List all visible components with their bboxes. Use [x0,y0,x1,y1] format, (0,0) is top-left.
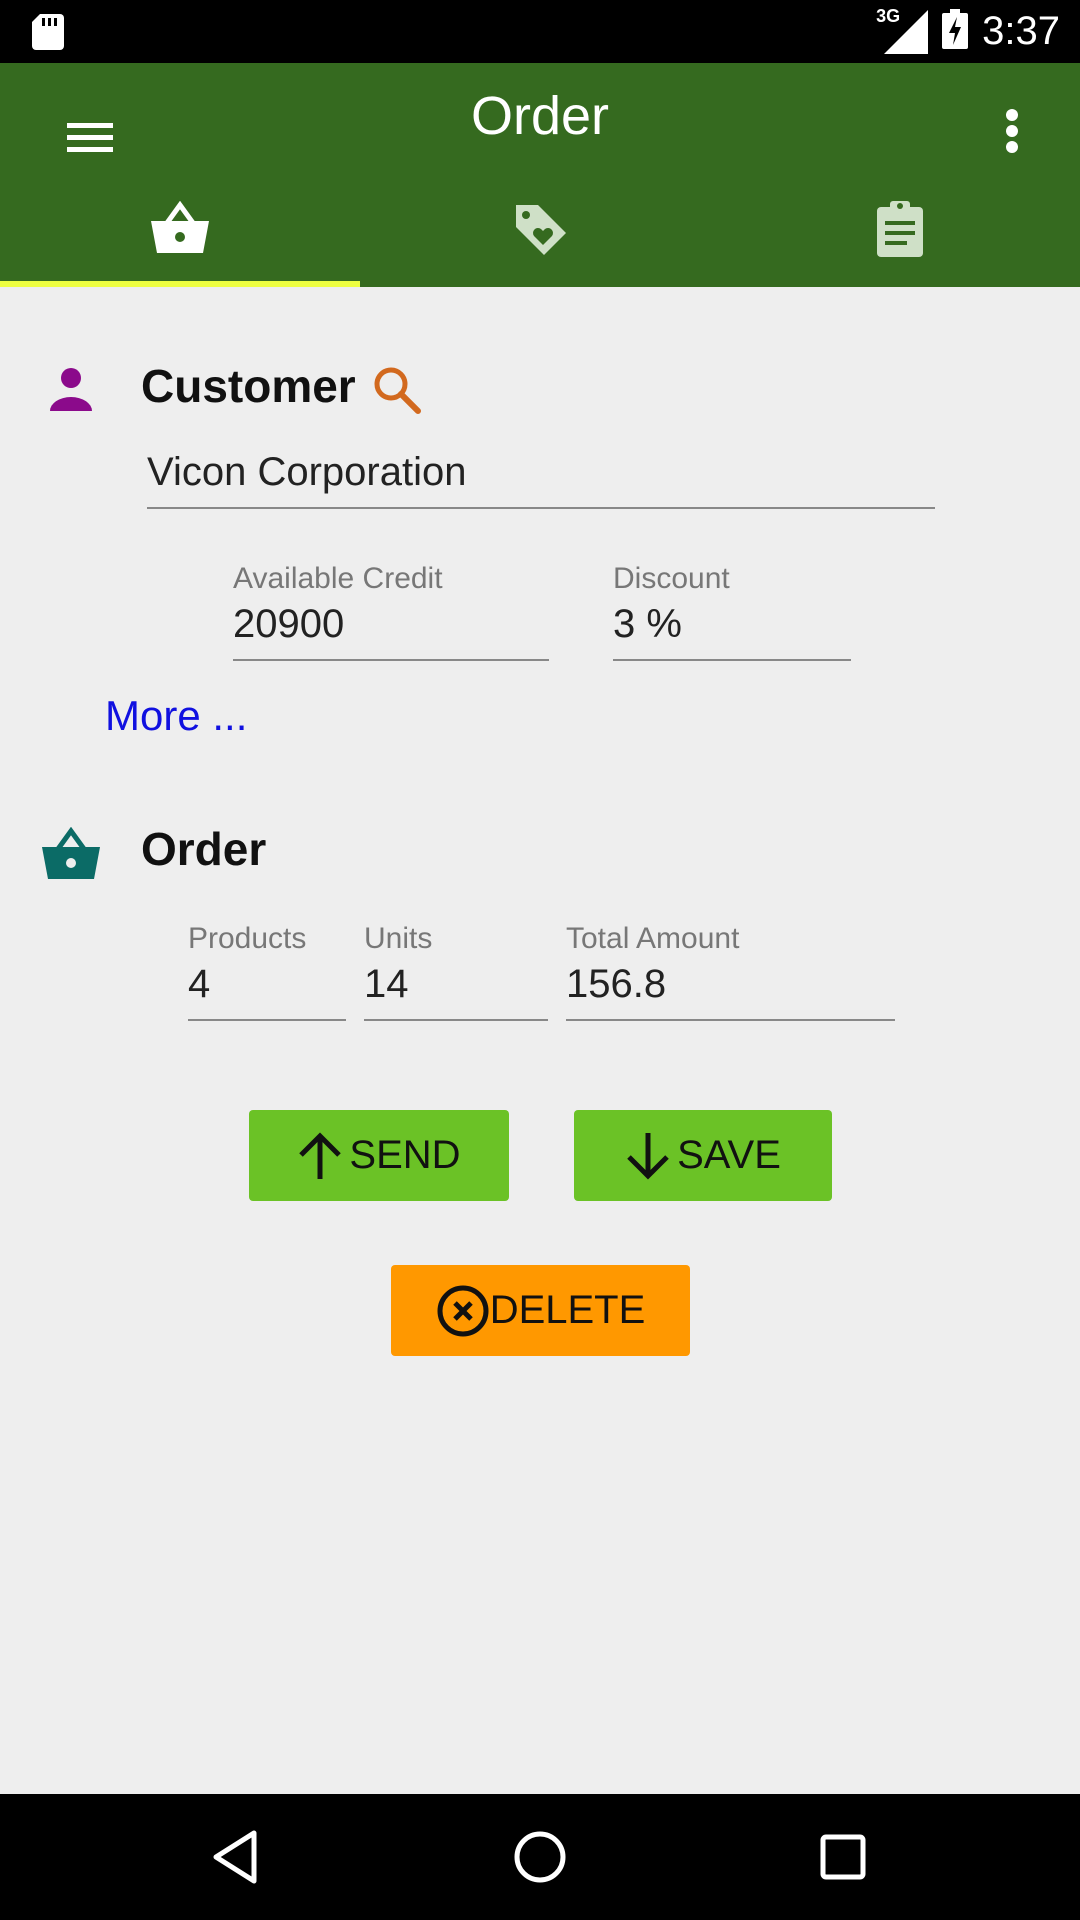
send-label: SEND [349,1133,461,1177]
person-icon [48,367,94,418]
home-icon[interactable] [505,1822,575,1892]
units-value: 14 [364,962,548,1021]
recents-icon[interactable] [808,1822,878,1892]
more-link[interactable]: More ... [105,692,247,740]
battery-icon [942,9,969,54]
back-icon[interactable] [200,1822,270,1892]
search-icon[interactable] [372,365,422,420]
products-field: Products 4 [188,922,346,1021]
discount-label: Discount [613,562,730,595]
status-bar: 3G 3:37 [0,0,1080,63]
discount-field: Discount 3 % [613,562,851,661]
sd-card-icon [32,14,64,55]
delete-button[interactable]: DELETE [391,1265,690,1356]
delete-label: DELETE [489,1288,646,1332]
arrow-up-icon [297,1131,343,1181]
total-amount-value: 156.8 [566,962,895,1021]
order-section-title: Order [141,823,267,875]
basket-icon [149,200,211,262]
network-type-label: 3G [876,5,901,26]
available-credit-value: 20900 [233,602,549,661]
tab-summary[interactable] [720,175,1080,287]
tab-bar [0,175,1080,287]
tag-heart-icon [512,201,568,262]
customer-name-value: Vicon Corporation [147,450,935,509]
cancel-circle-icon [436,1284,490,1338]
basket-icon [40,826,102,888]
more-options-icon[interactable] [992,103,1032,167]
tab-offers[interactable] [360,175,720,287]
save-label: SAVE [677,1133,781,1177]
page-title: Order [470,86,610,146]
save-button[interactable]: SAVE [574,1110,832,1201]
available-credit-field: Available Credit 20900 [233,562,549,661]
send-button[interactable]: SEND [249,1110,509,1201]
products-value: 4 [188,962,346,1021]
order-form: Customer Vicon Corporation Available Cre… [0,287,1080,1794]
total-amount-label: Total Amount [566,922,740,955]
units-field: Units 14 [364,922,548,1021]
products-label: Products [188,922,307,955]
system-nav-bar [0,1794,1080,1920]
total-amount-field: Total Amount 156.8 [566,922,895,1021]
customer-section-title: Customer [141,360,356,412]
arrow-down-icon [625,1131,671,1181]
discount-value: 3 % [613,602,851,661]
customer-name-field[interactable]: Vicon Corporation [147,450,935,509]
clock: 3:37 [982,9,1060,53]
app-bar: Order [0,63,1080,287]
signal-icon: 3G [876,6,929,54]
available-credit-label: Available Credit [233,562,443,595]
units-label: Units [364,922,433,955]
clipboard-icon [875,200,925,262]
tab-order[interactable] [0,175,360,287]
